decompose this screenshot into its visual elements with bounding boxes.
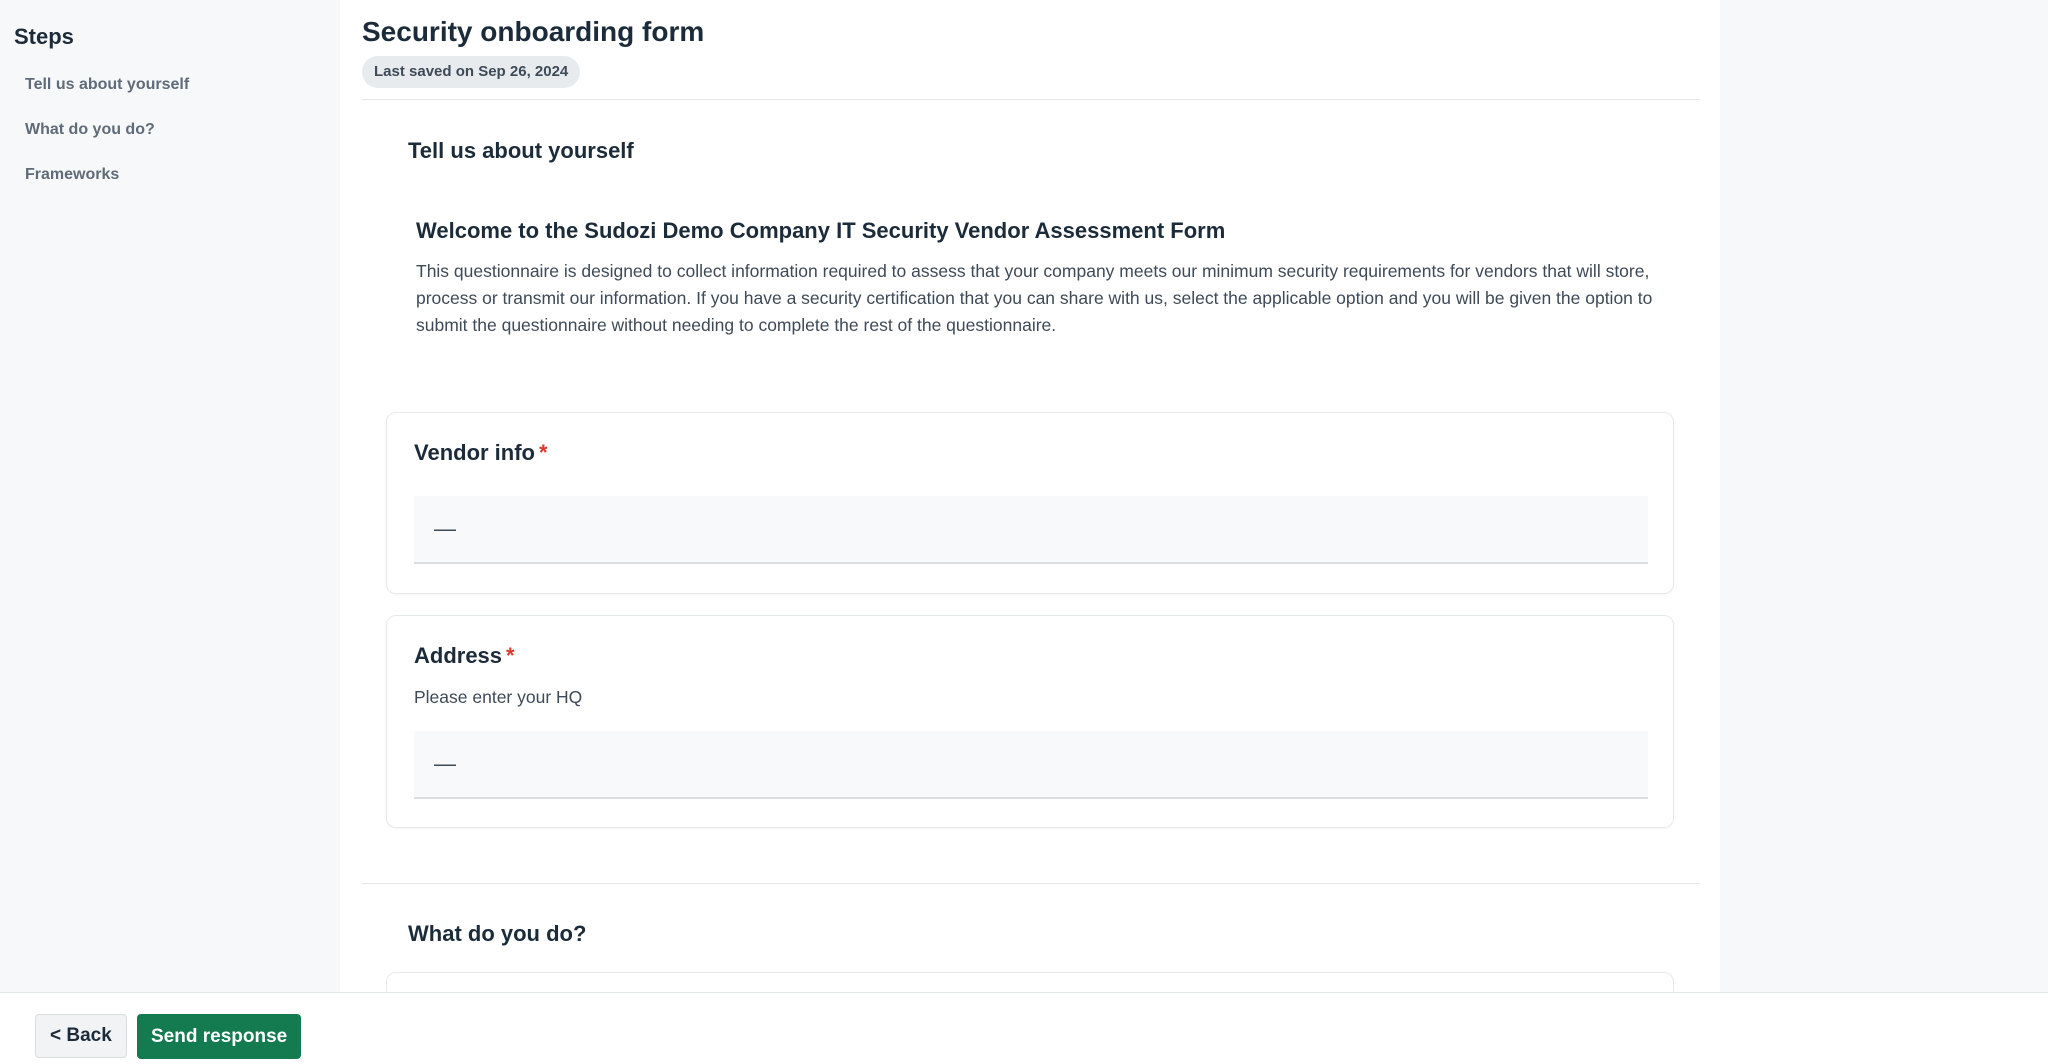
vendor-info-label: Vendor info *: [414, 440, 548, 466]
address-field[interactable]: —: [414, 731, 1648, 799]
required-marker: *: [506, 643, 515, 668]
vendor-info-value: —: [434, 516, 456, 541]
step-frameworks[interactable]: Frameworks: [25, 166, 119, 184]
address-card: Address * Please enter your HQ —: [386, 615, 1674, 828]
header-divider: [362, 99, 1700, 100]
last-saved-badge: Last saved on Sep 26, 2024: [362, 56, 581, 88]
vendor-info-card: Vendor info * —: [386, 412, 1674, 594]
section-title-what-do-you-do: What do you do?: [408, 921, 587, 946]
address-label: Address *: [414, 643, 515, 669]
section-title-tell-us: Tell us about yourself: [408, 138, 634, 163]
steps-sidebar: Steps Tell us about yourself What do you…: [0, 0, 340, 992]
form-main: Security onboarding form Last saved on S…: [340, 0, 1720, 992]
welcome-description: This questionnaire is designed to collec…: [416, 261, 1653, 335]
send-response-button[interactable]: Send response: [137, 1014, 302, 1059]
step-tell-us-about-yourself[interactable]: Tell us about yourself: [25, 76, 189, 94]
page-title: Security onboarding form: [362, 16, 705, 47]
form-footer: < Back Send response: [0, 992, 2048, 1064]
section-divider: [362, 883, 1700, 884]
vendor-info-field[interactable]: —: [414, 496, 1648, 564]
required-marker: *: [539, 440, 548, 465]
step-what-do-you-do[interactable]: What do you do?: [25, 121, 155, 139]
address-label-text: Address: [414, 643, 503, 668]
steps-title: Steps: [14, 24, 74, 49]
address-value: —: [434, 751, 456, 776]
welcome-heading: Welcome to the Sudozi Demo Company IT Se…: [416, 218, 1226, 243]
back-button[interactable]: < Back: [35, 1014, 127, 1058]
address-help-text: Please enter your HQ: [414, 687, 583, 707]
vendor-info-label-text: Vendor info: [414, 440, 535, 465]
next-question-card: [386, 972, 1674, 992]
